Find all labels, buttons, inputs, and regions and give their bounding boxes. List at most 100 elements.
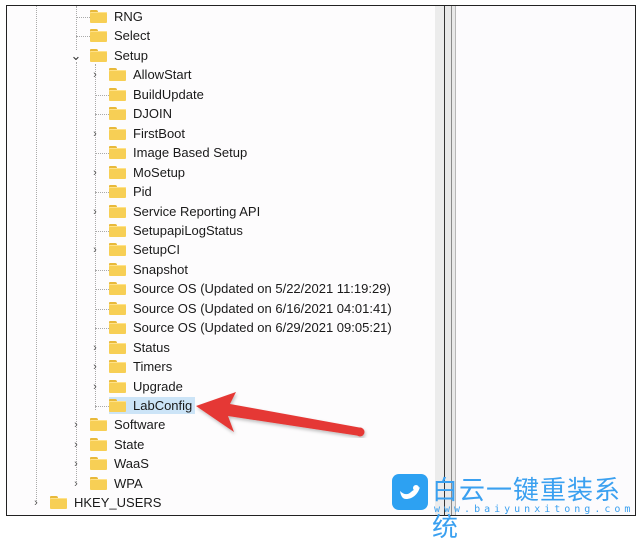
tree-node[interactable]: Pid: [109, 182, 155, 201]
tree-node[interactable]: SetupCI: [109, 240, 183, 259]
chevron-right-icon[interactable]: ›: [90, 357, 100, 376]
tree-node[interactable]: Snapshot: [109, 260, 191, 279]
tree-node[interactable]: DJOIN: [109, 104, 175, 123]
arrow-shape: [196, 392, 365, 437]
tree-node[interactable]: AllowStart: [109, 65, 195, 84]
folder-icon: [109, 380, 126, 393]
folder-icon: [109, 360, 126, 373]
tree-node[interactable]: RNG: [90, 7, 146, 26]
tree-node-label: WPA: [114, 476, 143, 491]
folder-icon: [109, 88, 126, 101]
tree-node[interactable]: LabConfig: [109, 396, 196, 415]
tree-node[interactable]: Source OS (Updated on 6/16/2021 04:01:41…: [109, 299, 395, 318]
tree-connector: [95, 406, 109, 407]
tree-node[interactable]: MoSetup: [109, 163, 188, 182]
chevron-down-icon[interactable]: ⌄: [71, 46, 82, 65]
folder-icon: [109, 185, 126, 198]
folder-icon: [90, 438, 107, 451]
folder-icon: [90, 477, 107, 490]
chevron-right-icon[interactable]: ›: [71, 454, 81, 473]
tree-guide-line: [36, 6, 37, 503]
tree-node[interactable]: Select: [90, 26, 153, 45]
selected-key: LabConfig: [109, 397, 196, 414]
tree-node-label: Source OS (Updated on 6/29/2021 09:05:21…: [133, 320, 392, 335]
folder-icon: [109, 243, 126, 256]
chevron-right-icon[interactable]: ›: [90, 124, 100, 143]
tree-connector: [95, 153, 109, 154]
chevron-right-icon[interactable]: ›: [71, 474, 81, 493]
chevron-right-icon[interactable]: ›: [90, 338, 100, 357]
folder-icon: [90, 10, 107, 23]
tree-node[interactable]: SetupapiLogStatus: [109, 221, 246, 240]
tree-guide-line: [76, 6, 77, 50]
tree-node-label: AllowStart: [133, 67, 192, 82]
tree-node[interactable]: FirstBoot: [109, 124, 188, 143]
chevron-right-icon[interactable]: ›: [71, 415, 81, 434]
tree-node[interactable]: Setup: [90, 46, 151, 65]
tree-pane-edge: [435, 6, 444, 515]
tree-node-label: Setup: [114, 48, 148, 63]
tree-node-label: Source OS (Updated on 6/16/2021 04:01:41…: [133, 301, 392, 316]
tree-node[interactable]: WaaS: [90, 454, 152, 473]
tree-node-label: LabConfig: [133, 398, 193, 413]
tree-node-label: Timers: [133, 359, 173, 374]
pane-splitter[interactable]: [445, 6, 456, 515]
chevron-right-icon[interactable]: ›: [90, 65, 100, 84]
registry-tree[interactable]: RNG Select ⌄ Setup › AllowStart BuildUpdate DJO…: [7, 6, 435, 515]
tree-node[interactable]: Timers: [109, 357, 175, 376]
folder-icon: [109, 399, 126, 412]
watermark-url: www.baiyunxitong.com: [434, 504, 635, 515]
tree-node[interactable]: BuildUpdate: [109, 85, 207, 104]
folder-icon: [109, 166, 126, 179]
chevron-right-icon[interactable]: ›: [71, 435, 81, 454]
tree-node[interactable]: Source OS (Updated on 6/29/2021 09:05:21…: [109, 318, 395, 337]
tree-node[interactable]: Upgrade: [109, 377, 186, 396]
tree-node-label: DJOIN: [133, 106, 172, 121]
tree-node[interactable]: Source OS (Updated on 5/22/2021 11:19:29…: [109, 279, 394, 298]
tree-node[interactable]: State: [90, 435, 147, 454]
red-arrow-annotation: [196, 392, 365, 437]
folder-icon: [90, 29, 107, 42]
tree-connector: [95, 289, 109, 290]
tree-connector: [95, 309, 109, 310]
tree-node-label: MoSetup: [133, 165, 186, 180]
bird-icon: [392, 474, 428, 510]
tree-connector: [95, 270, 109, 271]
chevron-right-icon[interactable]: ›: [90, 377, 100, 396]
folder-icon: [109, 127, 126, 140]
tree-node-label: Service Reporting API: [133, 204, 261, 219]
tree-connector: [76, 36, 90, 37]
tree-node-label: FirstBoot: [133, 126, 186, 141]
tree-node-label: Status: [133, 340, 170, 355]
tree-node[interactable]: Service Reporting API: [109, 202, 263, 221]
tree-node-label: BuildUpdate: [133, 87, 204, 102]
tree-node-label: RNG: [114, 9, 143, 24]
folder-icon: [109, 146, 126, 159]
values-pane[interactable]: [456, 6, 635, 515]
tree-node[interactable]: WPA: [90, 474, 146, 493]
tree-node-label: SetupapiLogStatus: [133, 223, 243, 238]
chevron-right-icon[interactable]: ›: [90, 163, 100, 182]
folder-icon: [109, 263, 126, 276]
tree-node-label: SetupCI: [133, 242, 180, 257]
folder-icon: [109, 205, 126, 218]
tree-node-label: Pid: [133, 184, 152, 199]
tree-node-label: Source OS (Updated on 5/22/2021 11:19:29…: [133, 281, 391, 296]
tree-node[interactable]: Software: [90, 415, 168, 434]
chevron-right-icon[interactable]: ›: [90, 202, 100, 221]
tree-node[interactable]: Image Based Setup: [109, 143, 250, 162]
folder-icon: [109, 107, 126, 120]
chevron-right-icon[interactable]: ›: [31, 493, 41, 512]
tree-node-label: WaaS: [114, 456, 149, 471]
tree-node[interactable]: HKEY_USERS: [50, 493, 164, 512]
chevron-right-icon[interactable]: ›: [90, 240, 100, 259]
tree-connector: [95, 231, 109, 232]
folder-icon: [109, 282, 126, 295]
folder-icon: [90, 457, 107, 470]
tree-connector: [95, 192, 109, 193]
folder-icon: [50, 496, 67, 509]
registry-editor-window: RNG Select ⌄ Setup › AllowStart BuildUpdate DJO…: [6, 5, 636, 516]
tree-node[interactable]: Status: [109, 338, 173, 357]
tree-node-label: Software: [114, 417, 166, 432]
tree-node-label: Upgrade: [133, 379, 183, 394]
